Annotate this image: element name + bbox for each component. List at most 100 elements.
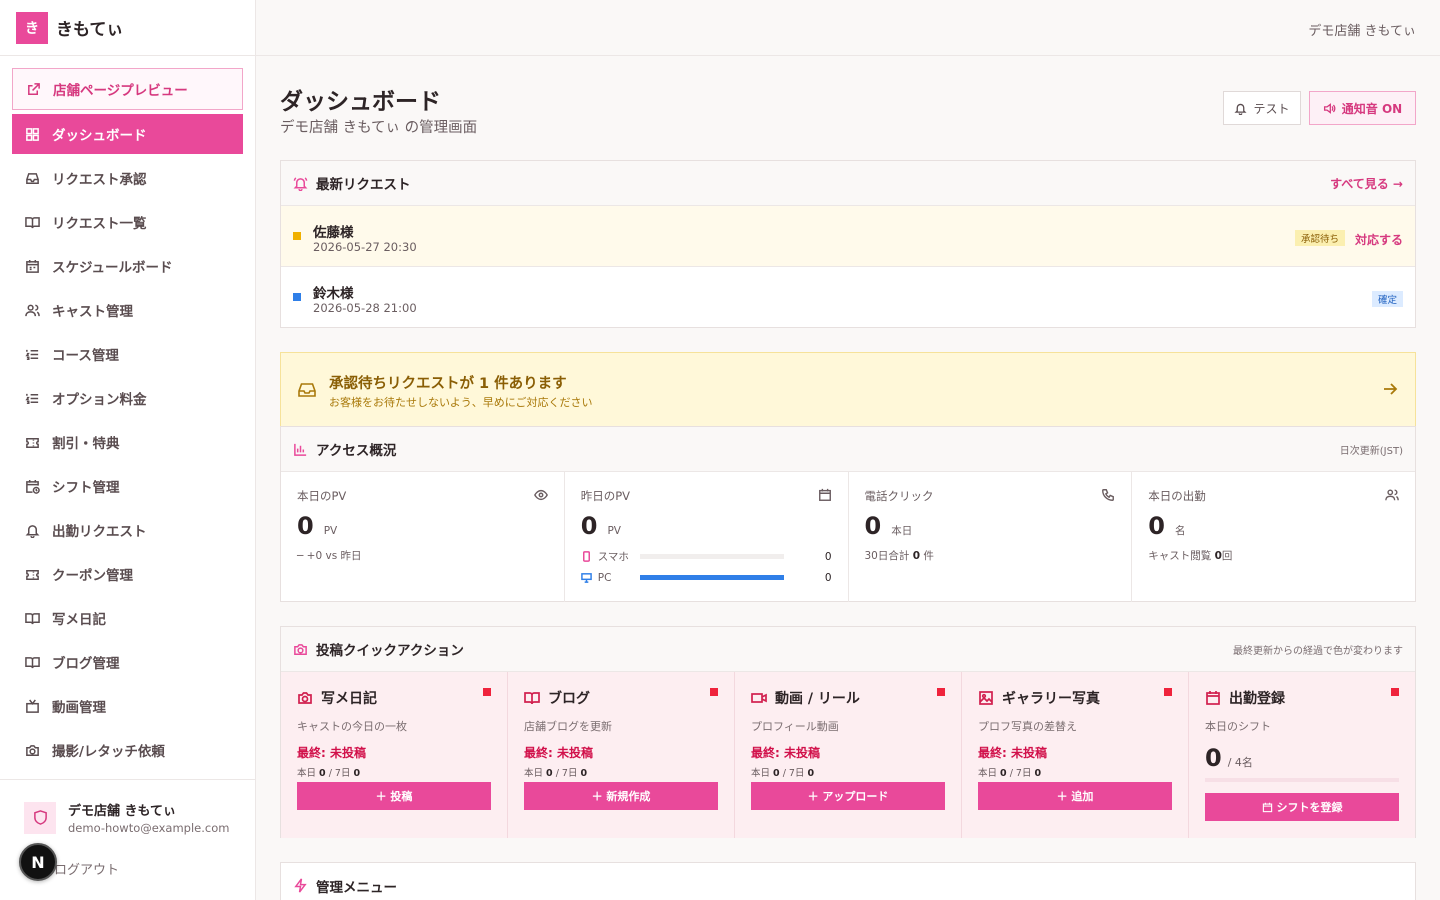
quick-photo-diary: 写メ日記 キャストの今日の一枚 最終: 未投稿 本日 0 / 7日 0 ＋ 投稿: [281, 672, 508, 838]
sidebar-item-coupon[interactable]: クーポン管理: [12, 554, 243, 594]
quick-title: 動画 / リール: [775, 691, 860, 707]
metric-comparison: ─ +0 vs 昨日: [297, 550, 362, 562]
views-value: 0: [1214, 550, 1222, 562]
book-icon: [524, 692, 540, 705]
device-value: 0: [824, 571, 832, 584]
metric-value: 0: [1148, 512, 1165, 540]
see-all-link[interactable]: すべて見る →: [1330, 175, 1403, 192]
sidebar-item-discount[interactable]: 割引・特典: [12, 422, 243, 462]
users-icon: [24, 302, 40, 318]
account-email: demo-howto@example.com: [68, 821, 230, 835]
sidebar-item-attendance-request[interactable]: 出勤リクエスト: [12, 510, 243, 550]
tv-icon: [24, 698, 40, 714]
metric-unit: PV: [323, 525, 338, 537]
quick-subtitle: キャストの今日の一枚: [297, 720, 407, 733]
sidebar-item-request-list[interactable]: リクエスト一覧: [12, 202, 243, 242]
sidebar-item-label: 出勤リクエスト: [52, 524, 147, 540]
admin-menu-header: 管理メニュー: [281, 863, 1415, 900]
sound-button-label: 通知音 ON: [1341, 101, 1403, 116]
new-blog-button[interactable]: ＋ 新規作成: [524, 782, 718, 810]
topbar: デモ店舗 きもてぃ: [256, 0, 1440, 56]
quick-subtitle: プロフィール動画: [751, 720, 839, 733]
alert-title: 承認待ちリクエストが 1 件あります: [329, 376, 567, 392]
sidebar-item-schedule-board[interactable]: スケジュールボード: [12, 246, 243, 286]
account-info: デモ店舗 きもてぃ demo-howto@example.com: [24, 800, 231, 835]
sidebar-item-photo-retouch[interactable]: 撮影/レタッチ依頼: [12, 730, 243, 770]
sidebar-item-label: スケジュールボード: [52, 260, 173, 276]
request-row[interactable]: 鈴木様 2026-05-28 21:00 確定: [281, 267, 1415, 328]
zap-icon: [294, 878, 307, 893]
sidebar-item-course[interactable]: コース管理: [12, 334, 243, 374]
quick-actions-header: 投稿クイックアクション 最終更新からの経過で色が変わります: [281, 627, 1415, 672]
add-photo-button[interactable]: ＋ 追加: [978, 782, 1172, 810]
metric-label: 昨日のPV: [580, 489, 631, 503]
post-button[interactable]: ＋ 投稿: [297, 782, 491, 810]
request-row[interactable]: 佐藤様 2026-05-27 20:30 承認待ち 対応する: [281, 206, 1415, 267]
metric-value: 0: [297, 512, 314, 540]
respond-link[interactable]: 対応する: [1355, 231, 1403, 248]
brand[interactable]: き きもてぃ: [0, 0, 255, 56]
sidebar-item-label: リクエスト承認: [52, 172, 147, 188]
sidebar: き きもてぃ 店舗ページプレビュー ダッシュボード リクエスト承認 リクエスト一…: [0, 0, 256, 900]
today-count: 0: [773, 768, 780, 779]
device-bar: [639, 554, 784, 559]
today-count: 0: [546, 768, 553, 779]
book-icon: [24, 214, 40, 230]
sidebar-item-label: 割引・特典: [52, 436, 120, 452]
request-datetime: 2026-05-27 20:30: [313, 240, 417, 254]
sidebar-item-cast[interactable]: キャスト管理: [12, 290, 243, 330]
test-notification-button[interactable]: テスト: [1223, 91, 1301, 125]
status-indicator: [937, 688, 945, 696]
sidebar-item-dashboard[interactable]: ダッシュボード: [12, 114, 243, 154]
sidebar-item-video[interactable]: 動画管理: [12, 686, 243, 726]
calendar-clock-icon: [24, 478, 40, 494]
page-title: ダッシュボード: [280, 89, 441, 115]
device-label: PC: [597, 571, 612, 584]
speaker-icon: [1323, 102, 1336, 114]
quick-actions-title: 投稿クイックアクション: [316, 643, 464, 659]
pending-requests-alert[interactable]: 承認待ちリクエストが 1 件あります お客様をお待たせしないよう、早めにご対応く…: [280, 352, 1416, 427]
phone-icon: [1101, 488, 1115, 506]
upload-button[interactable]: ＋ アップロード: [751, 782, 945, 810]
brand-name: きもてぃ: [56, 20, 124, 40]
grid-icon: [24, 126, 40, 142]
topbar-shop-name[interactable]: デモ店舗 きもてぃ: [1308, 20, 1416, 39]
quick-blog: ブログ 店舗ブログを更新 最終: 未投稿 本日 0 / 7日 0 ＋ 新規作成: [508, 672, 735, 838]
week-label: 7日: [788, 768, 805, 779]
brand-logo: き: [16, 11, 48, 44]
quick-count: 本日 0 / 7日 0: [978, 768, 1042, 779]
alert-subtitle: お客様をお待たせしないよう、早めにご対応ください: [329, 396, 593, 409]
sidebar-item-blog[interactable]: ブログ管理: [12, 642, 243, 682]
calendar-icon: [818, 488, 832, 506]
book-icon: [24, 654, 40, 670]
week-label: 7日: [1015, 768, 1032, 779]
sidebar-item-request-approval[interactable]: リクエスト承認: [12, 158, 243, 198]
inbox-icon: [297, 380, 317, 404]
admin-menu-card: 管理メニュー: [280, 862, 1416, 900]
request-customer-name: 佐藤様: [313, 225, 354, 241]
access-metrics: 本日のPV 0 PV ─ +0 vs 昨日 昨日のPV 0 PV スマホ 0 P…: [281, 472, 1415, 602]
sidebar-item-label: オプション料金: [52, 392, 147, 408]
week-count: 0: [1034, 768, 1042, 779]
sidebar-item-label: ダッシュボード: [52, 128, 147, 144]
list-icon: [24, 346, 40, 362]
views-unit: 回: [1221, 550, 1233, 562]
week-count: 0: [807, 768, 815, 779]
quick-actions-card: 投稿クイックアクション 最終更新からの経過で色が変わります 写メ日記 キャストの…: [280, 626, 1416, 838]
dev-tools-badge[interactable]: N: [19, 843, 57, 881]
metric-unit: PV: [607, 525, 621, 537]
metric-value: 0: [580, 512, 598, 540]
week-label: 7日: [561, 768, 578, 779]
today-label: 本日: [524, 768, 544, 779]
sidebar-item-store-preview[interactable]: 店舗ページプレビュー: [12, 68, 243, 110]
monitor-icon: [580, 573, 592, 583]
sidebar-item-shift[interactable]: シフト管理: [12, 466, 243, 506]
sound-toggle-button[interactable]: 通知音 ON: [1309, 91, 1416, 125]
sidebar-item-photo-diary[interactable]: 写メ日記: [12, 598, 243, 638]
sidebar-item-label: キャスト管理: [52, 304, 133, 320]
camera-icon: [298, 692, 312, 704]
sidebar-item-option-price[interactable]: オプション料金: [12, 378, 243, 418]
register-shift-button[interactable]: シフトを登録: [1205, 793, 1399, 821]
list-icon: [24, 390, 40, 406]
book-icon: [24, 610, 40, 626]
